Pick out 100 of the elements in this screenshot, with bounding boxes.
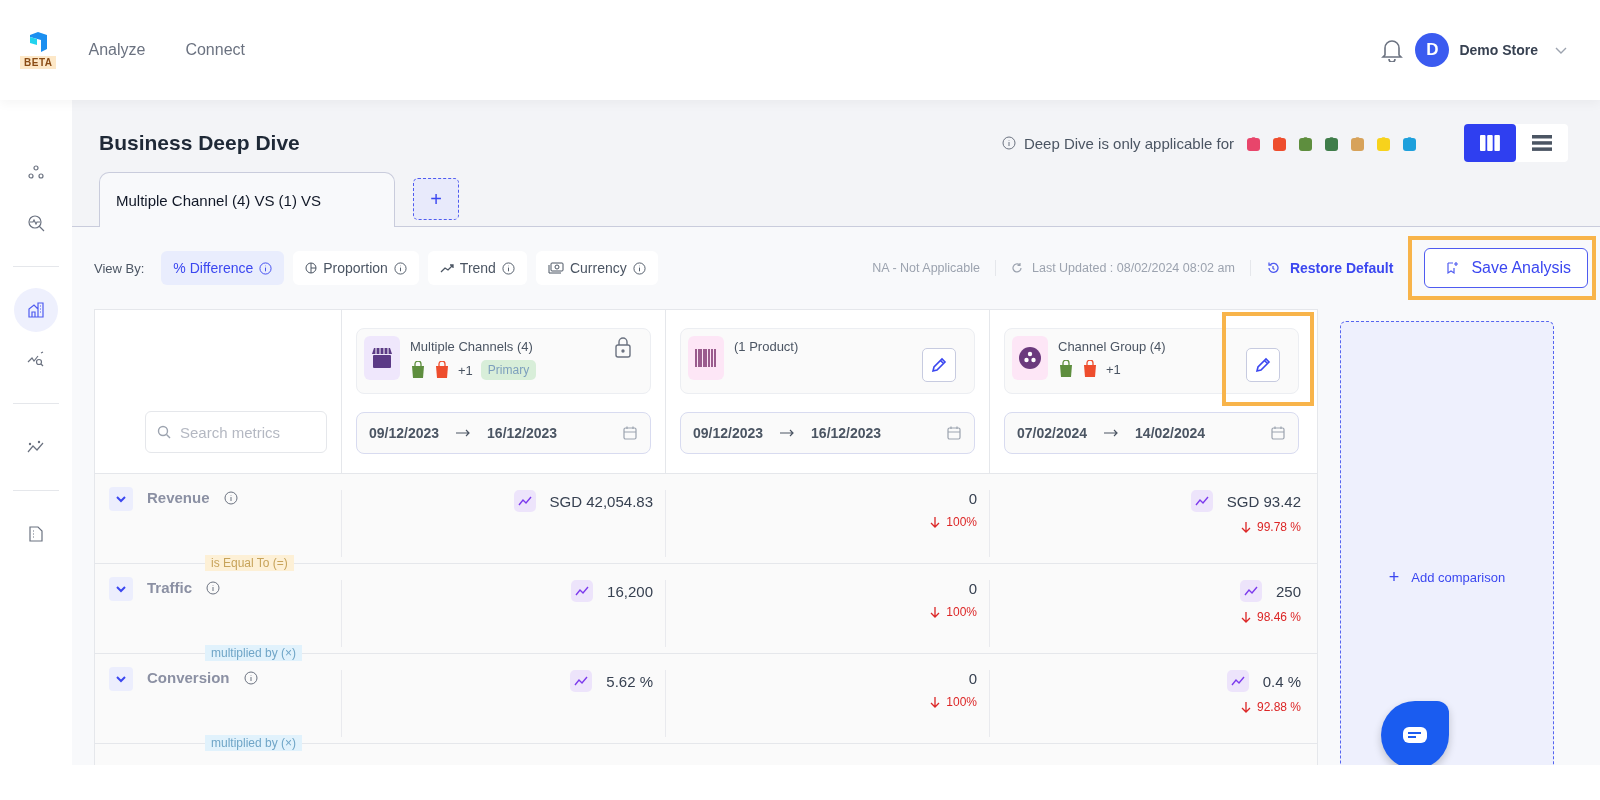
- shopping-bag-icon: [410, 361, 426, 379]
- calendar-icon: [1270, 425, 1286, 441]
- view-toggle[interactable]: [1464, 124, 1516, 162]
- add-comparison-panel[interactable]: + Add comparison: [1340, 321, 1554, 765]
- document-icon: [26, 524, 46, 544]
- comparison-title: Multiple Channels (4): [410, 339, 534, 354]
- search-icon: [157, 425, 171, 439]
- expand-button[interactable]: [109, 667, 133, 691]
- date-range-field[interactable]: 07/02/2024 14/02/2024: [1004, 412, 1299, 454]
- pencil-icon: [930, 356, 948, 374]
- info-icon: [259, 261, 273, 275]
- shopping-bag-icon: [434, 361, 450, 379]
- plus-icon: +: [1388, 567, 1400, 588]
- shopping-bag-icon: [1082, 360, 1098, 378]
- down-arrow-icon: [930, 516, 941, 528]
- right-arrow-icon: [455, 429, 472, 437]
- right-arrow-icon: [779, 429, 796, 437]
- info-icon: [206, 581, 220, 595]
- relation-label: multiplied by (×): [205, 645, 303, 661]
- pie-icon: [305, 262, 318, 274]
- down-arrow-icon: [930, 696, 941, 708]
- change-percent: 100%: [946, 515, 977, 529]
- date-range-field[interactable]: 09/12/2023 16/12/2023: [356, 412, 651, 454]
- expand-button[interactable]: [109, 577, 133, 601]
- comparison-title: Channel Group (4): [1058, 339, 1166, 354]
- metric-value: 0: [968, 580, 977, 597]
- metric-value: 0.4 %: [1262, 672, 1301, 690]
- right-arrow-icon: [1103, 429, 1120, 437]
- shopping-bag-icon: [1058, 360, 1074, 378]
- marketplace-icon: [1297, 134, 1314, 152]
- expand-button[interactable]: [109, 487, 133, 511]
- more-count: +1: [458, 362, 473, 378]
- bookmark-icon: [1445, 261, 1460, 275]
- save-analysis-button[interactable]: Save Analysis: [1424, 248, 1588, 288]
- add-tab-button[interactable]: +: [413, 178, 459, 220]
- info-icon: [243, 671, 258, 685]
- metric-value: 250: [1275, 582, 1301, 600]
- view-option[interactable]: Trend: [427, 251, 527, 285]
- banknote-icon: [547, 262, 564, 274]
- restore-default-button[interactable]: Restore Default: [1265, 260, 1394, 276]
- restore-icon: [1265, 261, 1280, 275]
- nav-link[interactable]: Analyze: [88, 41, 146, 59]
- marketplace-icon: [1245, 134, 1262, 152]
- trend-chart-icon[interactable]: [571, 580, 594, 602]
- marketplace-icon: [1323, 134, 1340, 152]
- view-option[interactable]: % Difference: [161, 251, 285, 285]
- edit-button[interactable]: [922, 348, 956, 382]
- edit-button[interactable]: [1246, 348, 1280, 382]
- magnifier-icon: [26, 213, 46, 233]
- down-arrow-icon: [1240, 521, 1251, 533]
- trend-chart-icon[interactable]: [1239, 580, 1262, 602]
- chevron-down-icon: [115, 495, 127, 503]
- group-icon: [1018, 346, 1042, 370]
- search-field[interactable]: Search metrics: [145, 411, 327, 453]
- more-count: +1: [1106, 361, 1121, 377]
- view-option[interactable]: Currency: [535, 251, 658, 285]
- refresh-icon: [1011, 262, 1023, 274]
- page-title: Business Deep Dive: [99, 131, 300, 155]
- calendar-icon: [622, 425, 638, 441]
- store-name[interactable]: Demo Store: [1459, 42, 1538, 58]
- last-updated-text: Last Updated : 08/02/2024 08:02 am: [1032, 261, 1235, 275]
- calendar-icon: [946, 425, 962, 441]
- metric-value: 0: [968, 670, 977, 687]
- info-icon: [393, 261, 407, 275]
- comparison-title: (1 Product): [734, 339, 799, 354]
- buildings-icon: [26, 300, 46, 320]
- info-icon: [223, 491, 238, 505]
- user-avatar[interactable]: D: [1415, 33, 1450, 67]
- nav-link[interactable]: Connect: [185, 41, 245, 59]
- comparison-tab[interactable]: Multiple Channel (4) VS (1) VS: [99, 172, 395, 227]
- trend-chart-icon[interactable]: [1190, 490, 1213, 512]
- metric-name: Revenue: [147, 489, 210, 506]
- sidebar-item[interactable]: [14, 288, 58, 332]
- metric-value: 0: [968, 490, 977, 507]
- barcode-icon: [694, 348, 718, 368]
- trend-chart-icon[interactable]: [570, 670, 593, 692]
- bell-icon[interactable]: [1381, 38, 1404, 62]
- change-percent: 92.88 %: [1256, 700, 1301, 714]
- view-by-label: View By:: [94, 260, 145, 276]
- marketplace-icon: [1375, 134, 1392, 152]
- metric-value: SGD 93.42: [1226, 492, 1301, 510]
- info-icon: [632, 261, 646, 275]
- columns-icon: [1479, 134, 1501, 152]
- metric-name: Conversion: [147, 669, 230, 686]
- change-percent: 100%: [946, 605, 977, 619]
- view-option[interactable]: Proportion: [293, 251, 419, 285]
- marketplace-icon: [1401, 134, 1418, 152]
- cube-logo-icon: [27, 31, 50, 53]
- chevron-down-icon: [115, 675, 127, 683]
- trend-chart-icon[interactable]: [513, 490, 536, 512]
- na-legend: NA - Not Applicable: [872, 261, 980, 275]
- pencil-icon: [1254, 356, 1272, 374]
- relation-label: multiplied by (×): [205, 735, 303, 751]
- change-percent: 100%: [946, 695, 977, 709]
- trend-chart-icon[interactable]: [1226, 670, 1249, 692]
- relation-label: is Equal To (=): [205, 555, 294, 571]
- list-icon: [1531, 134, 1553, 152]
- metric-name: Traffic: [147, 579, 192, 596]
- date-range-field[interactable]: 09/12/2023 16/12/2023: [680, 412, 975, 454]
- metric-value: 16,200: [607, 582, 653, 600]
